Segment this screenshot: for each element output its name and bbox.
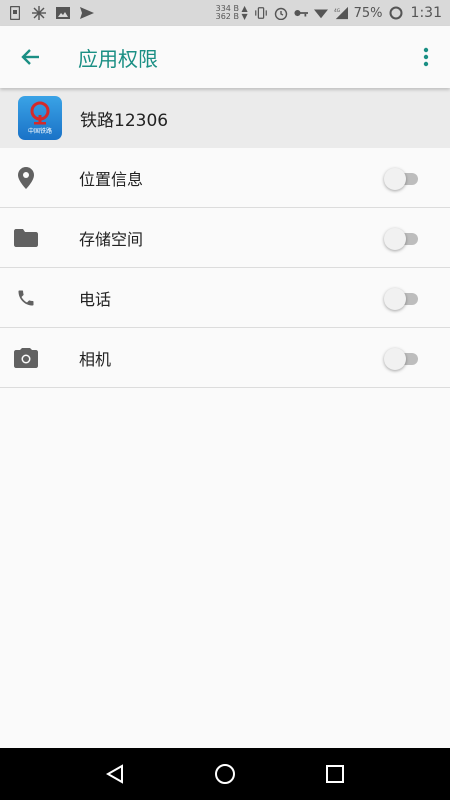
nav-recents-button[interactable] — [309, 748, 361, 800]
app-icon-caption: 中国铁路 — [27, 128, 52, 135]
battery-percent: 75% — [353, 5, 383, 21]
folder-icon — [14, 228, 38, 247]
permission-label: 位置信息 — [79, 169, 144, 189]
navigation-bar — [0, 748, 450, 800]
location-toggle[interactable] — [384, 167, 420, 190]
key-icon — [294, 6, 308, 20]
vibrate-icon — [254, 6, 268, 20]
nav-back-button[interactable] — [89, 748, 141, 800]
nav-home-button[interactable] — [199, 748, 251, 800]
permission-row-phone[interactable]: 电话 — [0, 268, 450, 328]
send-icon — [80, 6, 94, 20]
image-icon — [56, 6, 70, 20]
app-info-header: 中国铁路 铁路12306 — [0, 88, 450, 148]
storage-toggle[interactable] — [384, 227, 420, 250]
nav-back-icon — [105, 764, 123, 784]
phone-toggle[interactable] — [384, 287, 420, 310]
wifi-icon — [313, 6, 328, 20]
svg-text:4G: 4G — [334, 8, 341, 14]
permission-row-location[interactable]: 位置信息 — [0, 148, 450, 208]
more-vert-icon — [423, 47, 429, 67]
clock: 1:31 — [410, 5, 442, 21]
network-speed: 334 B ▲ 362 B ▼ — [215, 4, 248, 21]
net-down-text: 362 B — [215, 12, 239, 21]
permission-row-camera[interactable]: 相机 — [0, 328, 450, 388]
snowflake-icon — [32, 6, 46, 20]
phone-icon — [18, 290, 34, 305]
nav-home-icon — [215, 764, 235, 784]
permission-list: 位置信息 存储空间 电话 相机 — [0, 148, 450, 388]
permission-label: 相机 — [79, 349, 112, 369]
sim-icon — [8, 6, 22, 20]
back-button[interactable] — [0, 26, 62, 88]
app-name: 铁路12306 — [80, 110, 169, 131]
app-icon: 中国铁路 — [18, 96, 62, 140]
camera-toggle[interactable] — [384, 347, 420, 370]
arrow-back-icon — [21, 49, 39, 65]
nav-recents-icon — [326, 765, 344, 783]
permission-row-storage[interactable]: 存储空间 — [0, 208, 450, 268]
app-bar: 应用权限 — [0, 26, 450, 88]
permission-label: 存储空间 — [79, 229, 144, 249]
location-pin-icon — [18, 166, 34, 189]
alarm-icon — [274, 6, 288, 20]
page-title: 应用权限 — [78, 46, 158, 71]
railway-logo-icon — [30, 101, 50, 125]
signal-4g-icon: 4G — [334, 6, 348, 20]
camera-icon — [14, 347, 38, 368]
battery-icon — [389, 6, 403, 20]
permission-label: 电话 — [79, 289, 112, 309]
status-bar: 334 B ▲ 362 B ▼ 4G 75% 1:31 — [0, 0, 450, 26]
more-options-button[interactable] — [402, 26, 450, 88]
